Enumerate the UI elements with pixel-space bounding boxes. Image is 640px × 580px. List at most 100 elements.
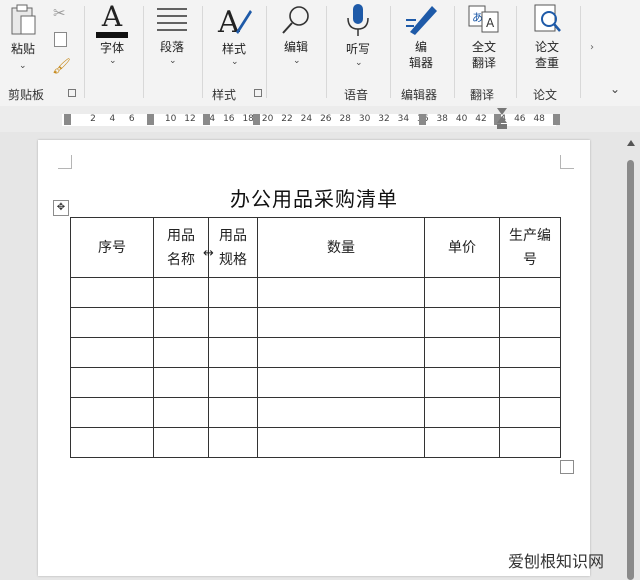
scroll-up-arrow-icon[interactable] <box>627 140 635 146</box>
document-title[interactable]: 办公用品采购清单 <box>38 183 590 212</box>
copy-icon[interactable] <box>54 32 67 47</box>
table-row <box>70 367 561 398</box>
table-cell[interactable] <box>257 337 425 368</box>
ruler-tick-label: 38 <box>436 114 448 124</box>
translate-icon: あ A <box>468 5 499 33</box>
table-cell[interactable] <box>257 307 425 338</box>
table-cell[interactable] <box>153 367 209 398</box>
table-cell[interactable] <box>208 337 258 368</box>
table-cell[interactable] <box>499 427 561 458</box>
table-cell[interactable] <box>153 337 209 368</box>
paragraph-button[interactable]: 段落 ⌄ <box>152 4 192 66</box>
paragraph-lines-icon <box>157 8 187 31</box>
editor-label-line2: 辑器 <box>408 56 433 70</box>
purchase-table[interactable]: 序号 用品 名称 用品 规格 数量 单价 生产编 号 <box>70 217 561 458</box>
paste-button[interactable]: 粘贴 <box>6 4 40 57</box>
table-cell[interactable] <box>208 427 258 458</box>
table-header-cell[interactable]: 生产编 号 <box>499 217 561 278</box>
ribbon-separator <box>202 6 203 98</box>
table-cell[interactable] <box>153 397 209 428</box>
table-cell[interactable] <box>499 277 561 308</box>
table-cell[interactable] <box>257 397 425 428</box>
table-cell[interactable] <box>257 277 425 308</box>
styles-button[interactable]: A 样式 ⌄ <box>212 2 256 67</box>
editing-button[interactable]: 编辑 ⌄ <box>276 4 316 66</box>
table-cell[interactable] <box>499 307 561 338</box>
full-text-translate-button[interactable]: あ A 全文 翻译 <box>462 2 506 71</box>
ruler-tick-label: 28 <box>339 114 351 124</box>
top-right-margin-corner <box>560 155 574 169</box>
table-row <box>70 397 561 428</box>
column-marker[interactable] <box>147 114 154 125</box>
cut-icon[interactable]: ✂ <box>53 4 66 22</box>
table-cell[interactable] <box>70 427 154 458</box>
table-header-cell[interactable]: 序号 <box>70 217 154 278</box>
table-cell[interactable] <box>208 277 258 308</box>
table-cell[interactable] <box>70 307 154 338</box>
document-page[interactable]: 办公用品采购清单 ✥ 序号 用品 名称 用品 规格 数量 单价 生产编 号 ⇹ <box>38 140 590 576</box>
right-indent-marker[interactable] <box>553 114 560 125</box>
table-header-cell[interactable]: 用品 规格 <box>208 217 258 278</box>
table-cell[interactable] <box>208 367 258 398</box>
plagiarism-check-button[interactable]: 论文 查重 <box>524 2 570 71</box>
styles-icon: A <box>217 5 252 40</box>
font-button[interactable]: A 字体 ⌄ <box>92 0 132 66</box>
table-cell[interactable] <box>153 307 209 338</box>
table-move-handle-icon[interactable]: ✥ <box>53 200 69 216</box>
table-cell[interactable] <box>153 277 209 308</box>
left-indent-marker[interactable] <box>64 114 71 125</box>
horizontal-ruler[interactable]: 2468101214161820222426283032343638404244… <box>0 106 640 132</box>
column-marker[interactable] <box>253 114 260 125</box>
table-cell[interactable] <box>257 427 425 458</box>
ruler-tick-label: 20 <box>261 114 274 124</box>
table-cell[interactable] <box>70 397 154 428</box>
vertical-scrollbar[interactable] <box>622 132 640 580</box>
editor-group-label: 编辑器 <box>401 88 438 102</box>
ribbon-separator <box>84 6 85 98</box>
ribbon-separator <box>390 6 391 98</box>
table-cell[interactable] <box>70 367 154 398</box>
column-marker[interactable] <box>203 114 210 125</box>
format-painter-icon[interactable]: 🖌 <box>52 57 71 75</box>
table-header-cell[interactable]: 用品 名称 <box>153 217 209 278</box>
table-cell[interactable] <box>424 337 500 368</box>
table-resize-handle-icon[interactable] <box>560 460 574 474</box>
table-cell[interactable] <box>424 427 500 458</box>
table-cell[interactable] <box>424 307 500 338</box>
table-cell[interactable] <box>424 397 500 428</box>
table-cell[interactable] <box>208 307 258 338</box>
column-marker[interactable] <box>419 114 426 125</box>
svg-text:A: A <box>217 5 240 38</box>
table-cell[interactable] <box>499 367 561 398</box>
table-header-cell[interactable]: 数量 <box>257 217 425 278</box>
clipboard-dialog-launcher-icon[interactable] <box>68 89 76 97</box>
ruler-tick-label: 26 <box>320 114 332 124</box>
table-header-cell[interactable]: 单价 <box>424 217 500 278</box>
scrollbar-thumb[interactable] <box>627 160 634 580</box>
table-cell[interactable] <box>70 337 154 368</box>
table-cell[interactable] <box>499 397 561 428</box>
styles-dialog-launcher-icon[interactable] <box>254 89 262 97</box>
dictate-label: 听写 <box>345 42 370 56</box>
table-cell[interactable] <box>257 367 425 398</box>
ribbon-scroll-right-icon[interactable]: › <box>590 42 594 53</box>
ribbon-separator <box>454 6 455 98</box>
translate-label-line2: 翻译 <box>471 56 496 70</box>
hourglass-indent-icon[interactable] <box>497 108 507 130</box>
dictate-button[interactable]: 听写 ⌄ <box>336 2 380 68</box>
table-cell[interactable] <box>499 337 561 368</box>
table-cell[interactable] <box>424 367 500 398</box>
font-color-a-icon: A <box>101 0 123 33</box>
paragraph-label: 段落 <box>159 40 184 54</box>
paragraph-chevron-icon: ⌄ <box>169 56 177 66</box>
microphone-icon <box>347 4 369 36</box>
paste-dropdown-chevron-icon[interactable]: ⌄ <box>19 61 27 71</box>
ribbon-collapse-chevron-icon[interactable]: ⌄ <box>610 82 620 96</box>
table-cell[interactable] <box>424 277 500 308</box>
table-row <box>70 277 561 308</box>
editor-button[interactable]: 编 辑器 <box>398 2 444 71</box>
table-cell[interactable] <box>153 427 209 458</box>
table-row <box>70 307 561 338</box>
table-cell[interactable] <box>208 397 258 428</box>
table-cell[interactable] <box>70 277 154 308</box>
